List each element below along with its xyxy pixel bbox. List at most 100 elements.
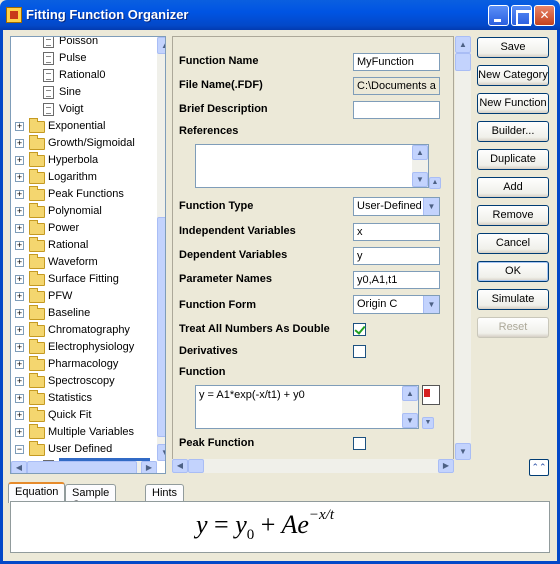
expand-icon[interactable]: + [15,292,24,301]
tree-folder[interactable]: + Hyperbola [11,152,151,169]
tree-folder[interactable]: + Statistics [11,390,151,407]
tree-folder[interactable]: + Electrophysiology [11,339,151,356]
expand-icon[interactable]: + [15,258,24,267]
tree-folder[interactable]: + Exponential [11,118,151,135]
scroll-down-icon[interactable]: ▼ [412,172,428,187]
expand-icon[interactable]: + [15,190,24,199]
tree-function-item[interactable]: Voigt [11,101,151,118]
expand-icon[interactable]: + [15,309,24,318]
builder-button[interactable]: Builder... [477,121,549,142]
tree-function-item[interactable]: Rational0 [11,67,151,84]
tree-folder[interactable]: + PFW [11,288,151,305]
tree-folder[interactable]: + Rational [11,237,151,254]
function-name-input[interactable]: MyFunction [353,53,440,71]
scroll-up-icon[interactable]: ▲ [455,36,471,53]
expand-icon[interactable]: + [15,411,24,420]
expand-icon[interactable]: + [15,428,24,437]
tree-hscroll-thumb[interactable] [27,461,137,473]
scroll-down-icon[interactable]: ▼ [455,443,471,460]
file-name-field[interactable]: C:\Documents a [353,77,440,95]
form-vertical-scrollbar[interactable]: ▲ ▼ [455,36,471,460]
tree-folder[interactable]: + Pharmacology [11,356,151,373]
independent-variables-input[interactable]: x [353,223,440,241]
tree-folder[interactable]: − User Defined [11,441,151,458]
tree-folder[interactable]: + Power [11,220,151,237]
expand-icon[interactable]: + [15,377,24,386]
collapse-icon[interactable]: − [15,445,24,454]
expand-icon[interactable]: + [15,224,24,233]
treat-numbers-double-checkbox[interactable] [353,323,366,336]
scroll-up-icon[interactable]: ▲ [157,37,165,54]
expand-icon[interactable]: + [15,360,24,369]
tree-folder[interactable]: + Waveform [11,254,151,271]
tree-function-item[interactable]: Poisson [11,37,151,50]
function-tree[interactable]: Poisson Pulse Rational0 Sine Voigt + Exponenti… [10,36,166,474]
derivatives-checkbox[interactable] [353,345,366,358]
collapse-panel-icon[interactable]: ⌃⌃ [529,459,549,476]
tree-folder[interactable]: + Baseline [11,305,151,322]
tree-function-item[interactable]: Pulse [11,50,151,67]
new-function-button[interactable]: New Function [477,93,549,114]
expand-icon[interactable]: + [15,275,24,284]
expand-icon[interactable]: + [15,139,24,148]
expand-icon[interactable]: + [15,394,24,403]
ok-button[interactable]: OK [477,261,549,282]
tree-folder[interactable]: + Quick Fit [11,407,151,424]
tree-folder[interactable]: + Surface Fitting [11,271,151,288]
tree-folder[interactable]: + Polynomial [11,203,151,220]
tree-scroll-thumb[interactable] [157,217,165,437]
function-body-textarea[interactable]: y = A1*exp(-x/t1) + y0 ▲ ▼ [195,385,419,429]
scroll-left-icon[interactable]: ◀ [11,461,27,473]
cancel-button[interactable]: Cancel [477,233,549,254]
title-bar[interactable]: Fitting Function Organizer ✕ [0,0,560,30]
function-type-select[interactable]: User-Defined ▼ [353,197,440,216]
code-builder-icon[interactable] [422,385,440,405]
scroll-up-icon[interactable]: ▲ [402,386,418,401]
scroll-left-icon[interactable]: ◀ [172,459,188,473]
references-scrollbar[interactable]: ▲ ▼ [412,145,428,187]
tab-sample-curve[interactable]: Sample Curve [65,484,117,511]
function-form-select[interactable]: Origin C ▼ [353,295,440,314]
tree-folder[interactable]: + Chromatography [11,322,151,339]
dependent-variables-input[interactable]: y [353,247,440,265]
references-expand-icon[interactable]: ▲ [429,177,441,189]
add-button[interactable]: Add [477,177,549,198]
tree-folder[interactable]: + Growth/Sigmoidal [11,135,151,152]
tab-equation[interactable]: Equation [8,482,66,503]
expand-icon[interactable]: + [15,156,24,165]
form-horizontal-scrollbar[interactable]: ◀ ▶ [172,459,454,473]
brief-description-input[interactable] [353,101,440,119]
expand-icon[interactable]: + [15,241,24,250]
simulate-button[interactable]: Simulate [477,289,549,310]
tree-folder[interactable]: + Multiple Variables [11,424,151,441]
minimize-button[interactable] [488,5,509,26]
scroll-up-icon[interactable]: ▲ [412,145,428,160]
expand-icon[interactable]: + [15,326,24,335]
expand-icon[interactable]: + [15,207,24,216]
maximize-button[interactable] [511,5,532,26]
scroll-right-icon[interactable]: ▶ [141,461,157,473]
scroll-down-icon[interactable]: ▼ [157,444,165,461]
new-category-button[interactable]: New Category [477,65,549,86]
references-textarea[interactable]: ▲ ▼ [195,144,429,188]
function-expand-icon[interactable]: ▼ [422,417,434,429]
tree-vertical-scrollbar[interactable]: ▲ ▼ [157,37,165,461]
form-scroll-thumb[interactable] [455,53,471,71]
expand-icon[interactable]: + [15,122,24,131]
save-button[interactable]: Save [477,37,549,58]
chevron-down-icon[interactable]: ▼ [423,198,439,215]
tree-folder[interactable]: + Logarithm [11,169,151,186]
scroll-down-icon[interactable]: ▼ [402,413,418,428]
tree-folder[interactable]: + Peak Functions [11,186,151,203]
expand-icon[interactable]: + [15,343,24,352]
expand-icon[interactable]: + [15,173,24,182]
chevron-down-icon[interactable]: ▼ [423,296,439,313]
function-body-scrollbar[interactable]: ▲ ▼ [402,386,418,428]
duplicate-button[interactable]: Duplicate [477,149,549,170]
parameter-names-input[interactable]: y0,A1,t1 [353,271,440,289]
tree-folder[interactable]: + Spectroscopy [11,373,151,390]
tab-hints[interactable]: Hints [145,484,185,502]
peak-function-checkbox[interactable] [353,437,366,450]
form-hscroll-thumb[interactable] [188,459,204,473]
scroll-right-icon[interactable]: ▶ [438,459,454,473]
